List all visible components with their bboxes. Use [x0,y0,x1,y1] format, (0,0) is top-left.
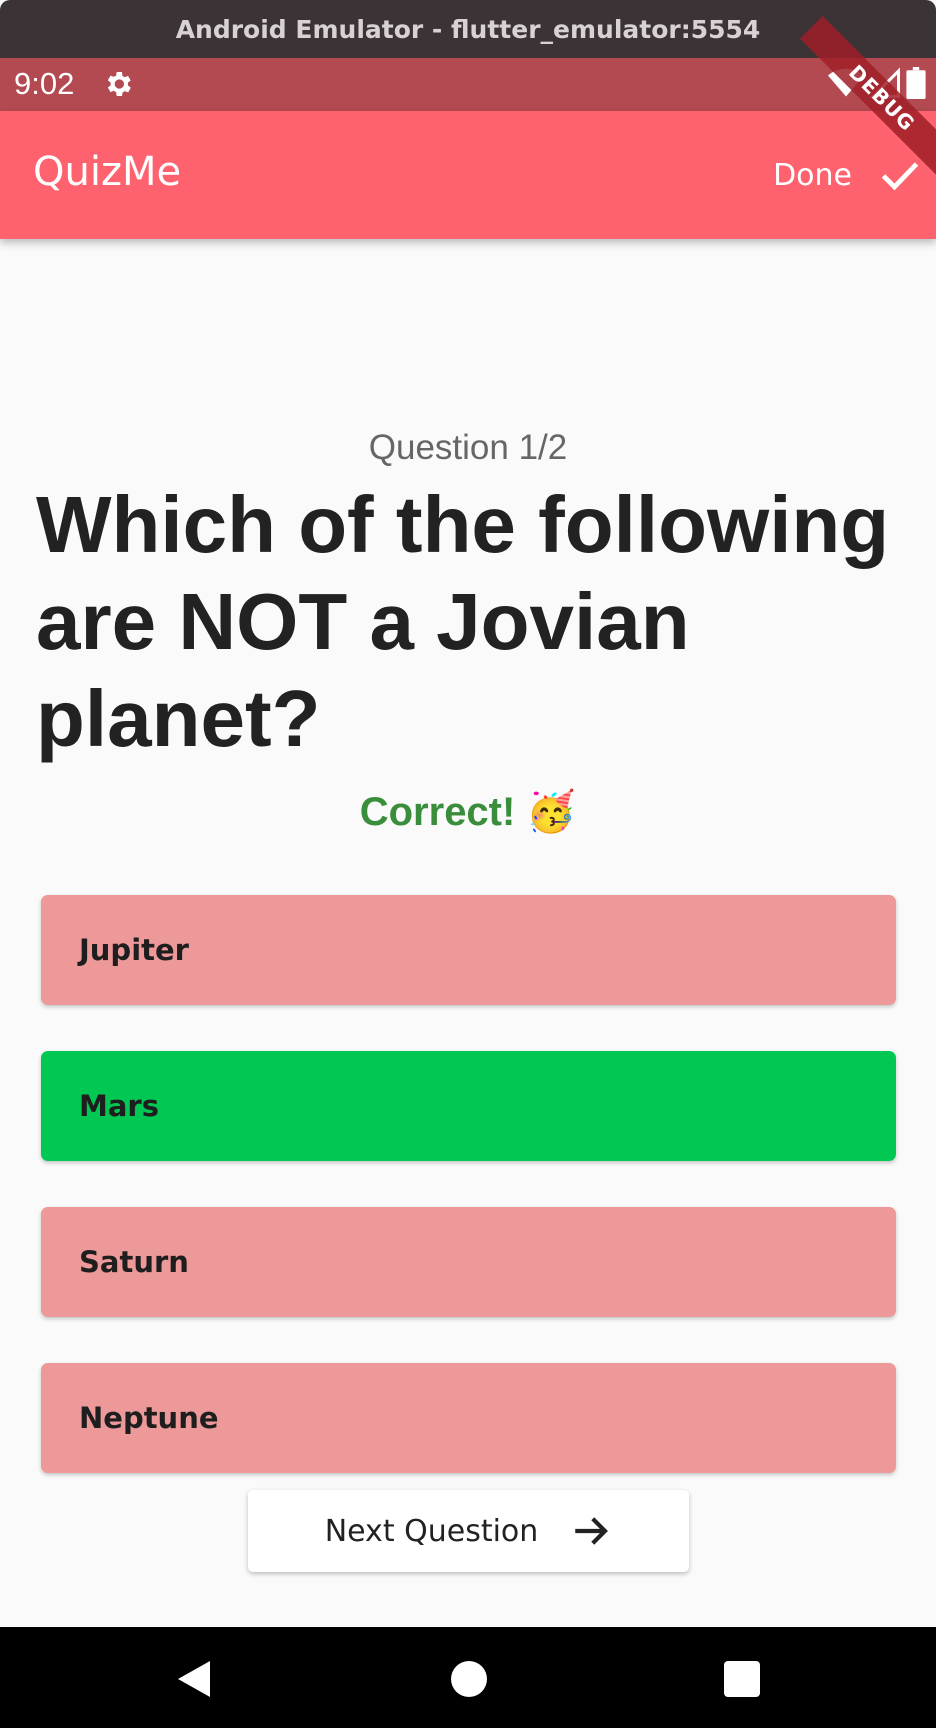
answer-option-label: Neptune [79,1401,219,1435]
battery-icon [906,67,926,99]
home-icon[interactable] [445,1655,493,1703]
recents-icon[interactable] [718,1655,766,1703]
gear-icon [107,72,131,96]
question-text: Which of the following are NOT a Jovian … [36,480,890,763]
next-question-label: Next Question [324,1513,539,1549]
window-title: Android Emulator - flutter_emulator:5554 [175,14,761,44]
status-bar: 9:02 [0,58,936,111]
answer-option-mars[interactable]: Mars [41,1051,896,1161]
app-bar: QuizMe Done [0,111,936,239]
back-icon[interactable] [170,1655,218,1703]
question-counter: Question 1/2 [368,428,568,467]
check-icon [881,162,919,191]
done-label: Done [773,157,852,193]
app-title: QuizMe [33,149,182,195]
emulator-window: Android Emulator - flutter_emulator:5554… [0,0,936,1728]
status-time: 9:02 [14,66,75,101]
arrow-right-icon [575,1517,609,1545]
answer-option-saturn[interactable]: Saturn [41,1207,896,1317]
system-nav-bar [0,1627,936,1728]
window-titlebar: Android Emulator - flutter_emulator:5554 [0,0,936,58]
answer-option-jupiter[interactable]: Jupiter [41,895,896,1005]
answer-feedback: Correct! 🥳 [359,790,577,834]
answer-option-label: Jupiter [79,933,189,967]
next-question-button[interactable]: Next Question [248,1490,689,1572]
answer-option-label: Saturn [79,1245,189,1279]
answer-option-neptune[interactable]: Neptune [41,1363,896,1473]
answer-options: Jupiter Mars Saturn Neptune [41,895,896,1519]
answer-option-label: Mars [79,1089,159,1123]
done-button[interactable]: Done [773,145,922,205]
